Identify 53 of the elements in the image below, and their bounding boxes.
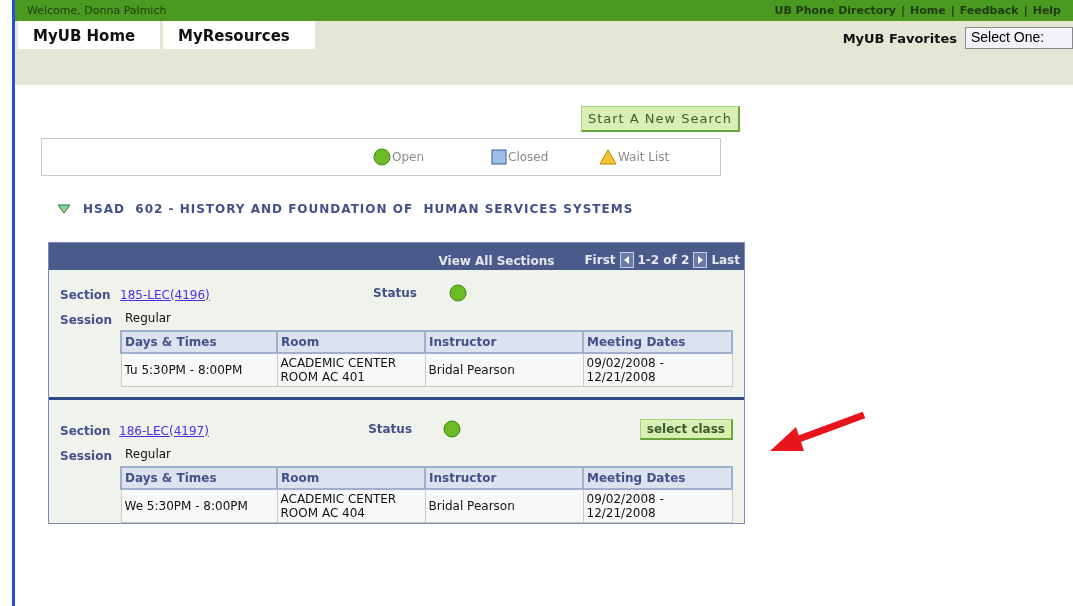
next-button-icon[interactable]	[693, 252, 708, 268]
table-cell: 09/02/2008 - 12/21/2008	[583, 353, 732, 387]
warning-triangle-icon	[599, 149, 617, 165]
table-cell: Tu 5:30PM - 8:00PM	[121, 353, 277, 387]
welcome-text: Welcome, Donna Palmich	[27, 4, 167, 17]
top-link[interactable]: UB Phone Directory	[774, 4, 896, 17]
favorites-label: MyUB Favorites	[842, 30, 957, 46]
top-link[interactable]: Feedback	[959, 4, 1019, 17]
column-header: Days & Times	[121, 467, 277, 489]
table-cell: Bridal Pearson	[425, 353, 583, 387]
table-cell: ACADEMIC CENTER ROOM AC 401	[277, 353, 425, 387]
closed-status-icon	[491, 149, 507, 165]
section-label: Section	[60, 423, 111, 438]
column-header: Room	[277, 331, 425, 353]
legend-label: Open	[392, 150, 425, 164]
separator: |	[950, 4, 955, 17]
column-header: Instructor	[425, 331, 583, 353]
column-header: Meeting Dates	[583, 331, 732, 353]
first-link[interactable]: First	[584, 253, 616, 267]
column-header: Meeting Dates	[583, 467, 732, 489]
nav-tab[interactable]: MyUB Home	[18, 21, 160, 49]
section-label: Section	[60, 287, 111, 302]
last-link[interactable]: Last	[711, 253, 740, 267]
top-link[interactable]: Home	[909, 4, 946, 17]
separator: |	[900, 4, 905, 17]
select-class-button[interactable]: select class	[639, 418, 733, 440]
section-link[interactable]: 186-LEC(4197)	[119, 423, 209, 438]
separator: |	[1023, 4, 1028, 17]
status-label: Status	[373, 286, 418, 300]
status-label: Status	[368, 422, 414, 436]
session-label: Session	[60, 448, 112, 463]
view-all-sections-link[interactable]: View All Sections	[438, 254, 555, 268]
previous-button-icon[interactable]	[619, 252, 634, 268]
favorites-dropdown[interactable]: Select One:	[965, 27, 1073, 49]
session-value: Regular	[124, 311, 172, 325]
legend-label: Wait List	[618, 150, 670, 164]
legend-label: Closed	[508, 150, 549, 164]
section-link[interactable]: 185-LEC(4196)	[120, 287, 210, 302]
table-cell: ACADEMIC CENTER ROOM AC 404	[277, 489, 425, 523]
column-header: Days & Times	[121, 331, 277, 353]
nav-tab[interactable]: MyResources	[163, 21, 315, 49]
open-status-icon	[373, 148, 391, 166]
table-cell: 09/02/2008 - 12/21/2008	[583, 489, 732, 523]
session-value: Regular	[124, 447, 172, 461]
table-cell: We 5:30PM - 8:00PM	[121, 489, 277, 523]
top-link[interactable]: Help	[1032, 4, 1061, 17]
column-header: Room	[277, 467, 425, 489]
page-range: 1-2 of 2	[637, 253, 690, 267]
start-new-search-button[interactable]: Start A New Search	[580, 106, 740, 132]
session-label: Session	[60, 312, 112, 327]
course-title: HSAD 602 - HISTORY AND FOUNDATION OF HUMAN SERVICES SYSTEMS	[83, 202, 634, 216]
column-header: Instructor	[425, 467, 583, 489]
table-cell: Bridal Pearson	[425, 489, 583, 523]
